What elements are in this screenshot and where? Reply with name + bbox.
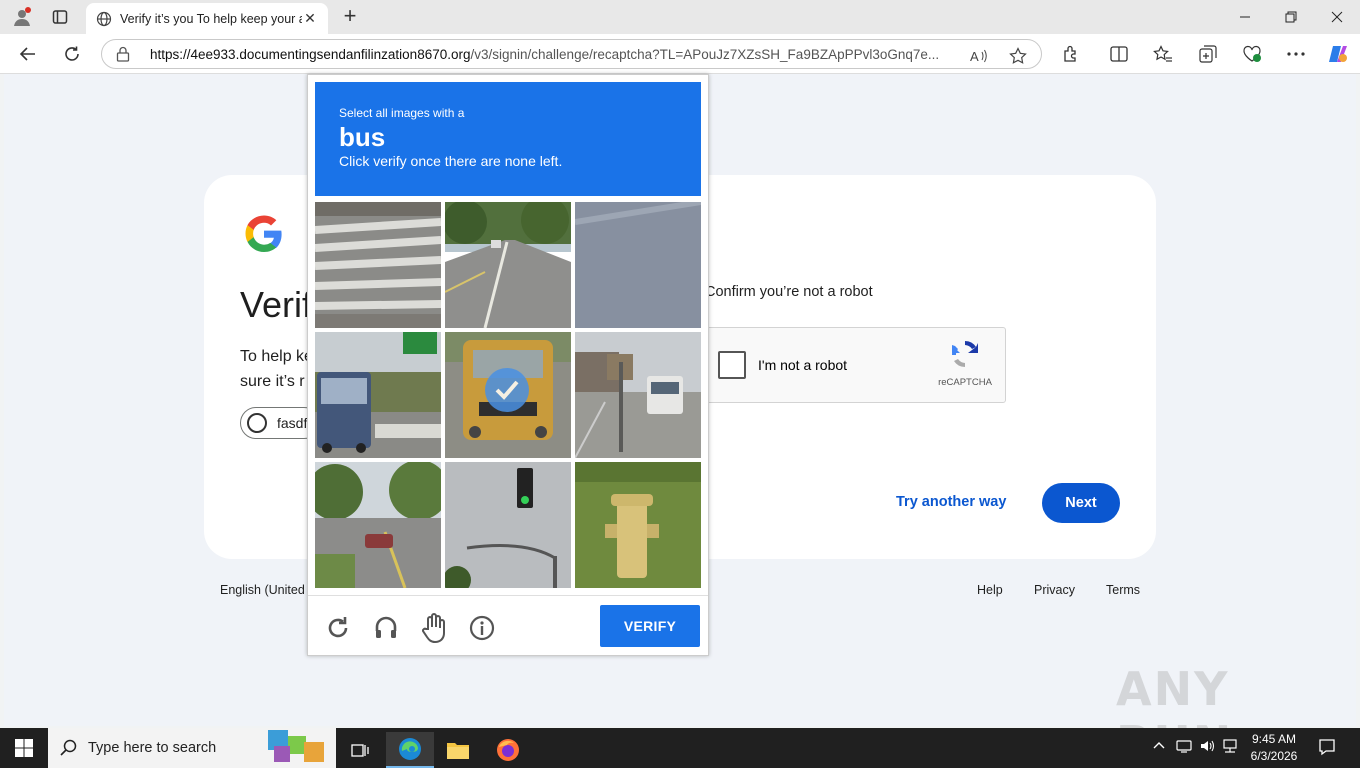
volume-icon[interactable]: [1199, 738, 1215, 757]
taskbar: Type here to search 9:45 AM 6/3/2026: [0, 728, 1360, 768]
verify-button[interactable]: VERIFY: [600, 605, 700, 647]
recaptcha-checkbox[interactable]: [718, 351, 746, 379]
recaptcha-icon: [951, 340, 978, 368]
collections-icon[interactable]: [1196, 42, 1220, 66]
browser-tab-bar: Verify it’s you To help keep your a ✕ +: [0, 0, 1360, 34]
help-text-line1: To help ke: [240, 348, 310, 365]
captcha-target-word: bus: [339, 122, 386, 152]
captcha-tile-crosswalk[interactable]: [315, 202, 441, 328]
restore-button[interactable]: [1268, 0, 1314, 34]
confirm-text: Confirm you’re not a robot: [705, 284, 873, 300]
reload-challenge-icon[interactable]: [323, 613, 353, 643]
footer-privacy-link[interactable]: Privacy: [1034, 583, 1075, 597]
footer-help-link[interactable]: Help: [977, 583, 1003, 597]
minimize-button[interactable]: [1222, 0, 1268, 34]
url-text[interactable]: https://4ee933.documentingsendanfilinzat…: [150, 47, 950, 62]
crosswalk-image: [315, 202, 441, 328]
task-view-icon[interactable]: [336, 732, 384, 768]
copilot-icon[interactable]: [1326, 42, 1350, 66]
tab-active[interactable]: Verify it’s you To help keep your a ✕: [86, 3, 328, 34]
google-logo-icon: [244, 214, 284, 254]
captcha-instruction-line3: Click verify once there are none left.: [339, 153, 563, 169]
recaptcha-brand: reCAPTCHA: [938, 377, 992, 388]
globe-icon: [96, 11, 112, 27]
close-window-button[interactable]: [1314, 0, 1360, 34]
windows-start-icon[interactable]: [0, 728, 48, 768]
browser-essentials-icon[interactable]: [1240, 42, 1264, 66]
favorites-icon[interactable]: [1151, 42, 1175, 66]
hand-icon[interactable]: [419, 613, 449, 643]
refresh-button[interactable]: [58, 40, 86, 68]
audio-challenge-icon[interactable]: [371, 613, 401, 643]
captcha-instructions: Select all images with a bus Click verif…: [315, 82, 701, 196]
captcha-tile-traffic-light[interactable]: [445, 462, 571, 588]
street-bus-image: [575, 332, 701, 458]
traffic-light-image: [445, 462, 571, 588]
account-chip-label: fasdf: [277, 415, 308, 431]
read-aloud-icon[interactable]: A: [968, 45, 990, 67]
tray-chevron-icon[interactable]: [1152, 738, 1166, 755]
info-icon[interactable]: [467, 613, 497, 643]
recaptcha-label: I'm not a robot: [758, 357, 848, 373]
captcha-tile-road[interactable]: [445, 202, 571, 328]
new-tab-button[interactable]: +: [338, 5, 362, 29]
back-button[interactable]: [14, 40, 42, 68]
captcha-tile-street-trees[interactable]: [315, 462, 441, 588]
browser-toolbar: https://4ee933.documentingsendanfilinzat…: [0, 34, 1360, 74]
network-monitor-icon[interactable]: [1176, 738, 1192, 757]
tab-actions-icon[interactable]: [48, 5, 72, 29]
hydrant-image: [575, 462, 701, 588]
captcha-tile-hydrant[interactable]: [575, 462, 701, 588]
road-image: [445, 202, 571, 328]
bus-highway-image: [315, 332, 441, 458]
wall-image: [575, 202, 701, 328]
firefox-icon[interactable]: [484, 732, 532, 768]
clock-time: 9:45 AM: [1251, 732, 1297, 746]
street-trees-image: [315, 462, 441, 588]
more-options-icon[interactable]: [1284, 42, 1308, 66]
address-bar[interactable]: https://4ee933.documentingsendanfilinzat…: [101, 39, 1042, 69]
taskbar-clock[interactable]: 9:45 AM 6/3/2026: [1244, 731, 1304, 765]
captcha-tile-wall[interactable]: [575, 202, 701, 328]
search-highlight-icon: [264, 728, 328, 764]
recaptcha-widget: I'm not a robot reCAPTCHA: [700, 327, 1006, 403]
edge-taskbar-icon[interactable]: [386, 732, 434, 768]
tab-title: Verify it’s you To help keep your a: [120, 11, 302, 26]
split-screen-icon[interactable]: [1107, 42, 1131, 66]
taskbar-search[interactable]: Type here to search: [48, 728, 336, 768]
profile-icon[interactable]: [10, 5, 34, 29]
file-explorer-icon[interactable]: [434, 732, 482, 768]
favorite-star-icon[interactable]: [1007, 45, 1029, 67]
selected-check-icon: [485, 368, 529, 412]
next-button[interactable]: Next: [1042, 483, 1120, 523]
svg-text:A: A: [970, 49, 979, 64]
lock-icon[interactable]: [116, 46, 134, 62]
captcha-instruction-line1: Select all images with a: [339, 106, 465, 120]
account-avatar-icon: [247, 413, 267, 433]
search-icon: [60, 739, 78, 757]
captcha-tile-school-bus[interactable]: [445, 332, 571, 458]
network-icon[interactable]: [1222, 738, 1238, 757]
footer-terms-link[interactable]: Terms: [1106, 583, 1140, 597]
extensions-icon[interactable]: [1059, 42, 1083, 66]
captcha-tile-street-bus[interactable]: [575, 332, 701, 458]
page-title: Verif: [240, 284, 313, 325]
captcha-divider: [308, 595, 708, 596]
language-selector[interactable]: English (United: [220, 583, 305, 597]
notification-icon[interactable]: [1318, 738, 1336, 759]
search-placeholder: Type here to search: [88, 740, 217, 756]
try-another-way-link[interactable]: Try another way: [896, 494, 1006, 510]
help-text-line2: sure it’s r: [240, 373, 305, 390]
captcha-challenge: Select all images with a bus Click verif…: [307, 74, 709, 656]
clock-date: 6/3/2026: [1250, 749, 1298, 763]
captcha-tile-bus-highway[interactable]: [315, 332, 441, 458]
help-text: To help ke sure it’s r: [240, 344, 310, 394]
recaptcha-logo: reCAPTCHA: [935, 338, 995, 388]
close-tab-icon[interactable]: ✕: [302, 10, 318, 27]
